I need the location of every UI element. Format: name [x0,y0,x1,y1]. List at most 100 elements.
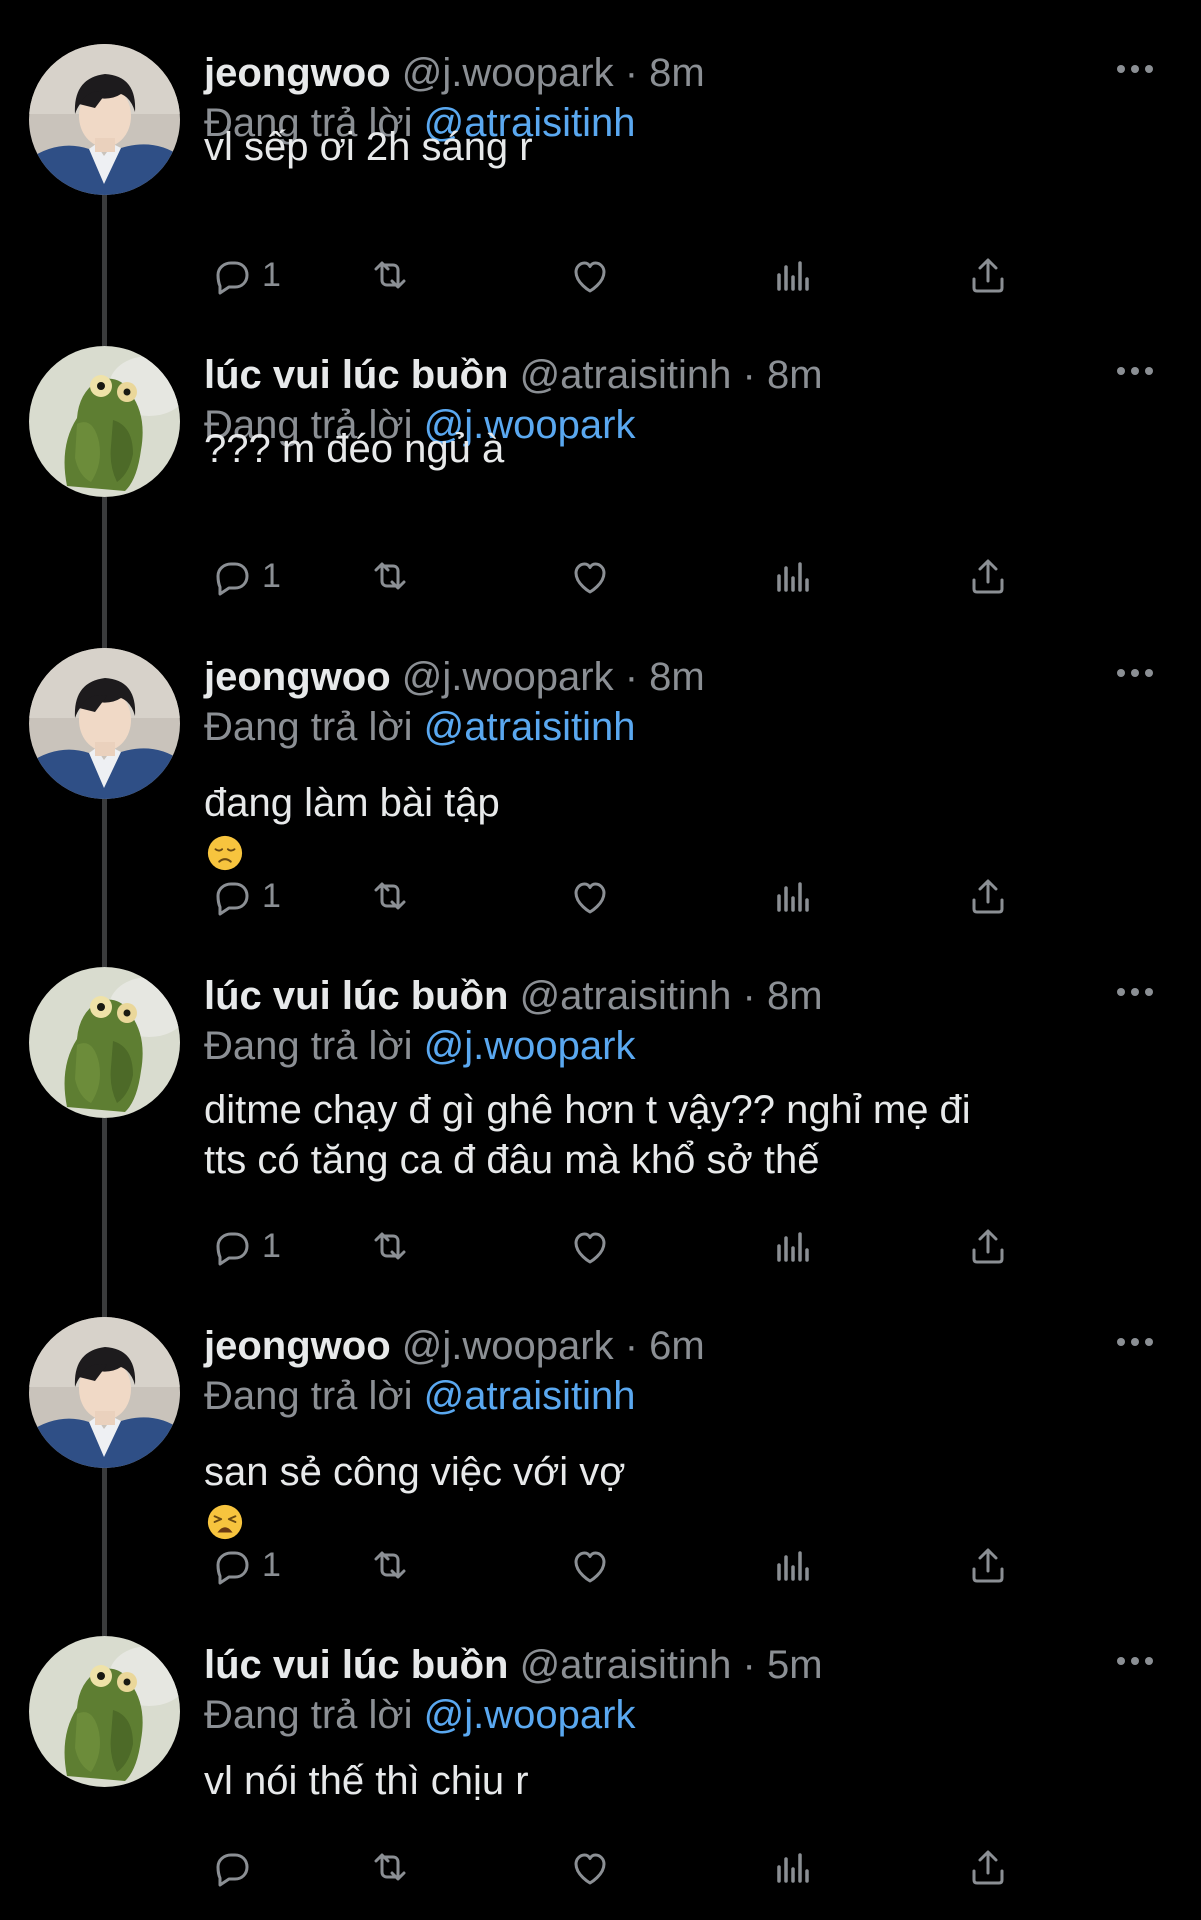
thread-connector-line [102,1468,107,1636]
replying-to-label: Đang trả lời [204,705,413,749]
timestamp[interactable]: 5m [767,1643,823,1687]
replying-to: Đang trả lời @j.woopark [204,1021,635,1071]
reply-mention-link[interactable]: @j.woopark [424,1693,636,1737]
tweet-text: ditme chạy đ gì ghê hơn t vậy?? nghỉ mẹ … [204,1085,971,1185]
share-icon [972,1548,1004,1583]
tweet-text: đang làm bài tập [204,778,500,878]
views-button[interactable] [766,1221,814,1271]
replying-to: Đang trả lời @j.woopark [204,1690,635,1740]
more-options-icon[interactable] [1113,54,1157,84]
timestamp[interactable]: 8m [649,51,705,95]
avatar[interactable] [29,346,180,497]
display-name[interactable]: jeongwoo [204,1324,391,1368]
thread-connector-line [102,1118,107,1317]
user-handle[interactable]: @j.woopark [402,1324,614,1368]
more-options-icon[interactable] [1113,356,1157,386]
reply-button[interactable]: 1 [204,871,281,921]
user-handle[interactable]: @atraisitinh [520,974,732,1018]
tweet-text: vl sếp ơi 2h sáng r [204,122,533,172]
like-button[interactable] [566,551,614,601]
retweet-button[interactable] [366,1842,414,1892]
share-icon [972,258,1004,293]
replying-to: Đang trả lời @atraisitinh [204,702,635,752]
reply-icon [216,1853,249,1887]
analytics-icon [777,882,809,912]
more-options-icon[interactable] [1113,1646,1157,1676]
replying-to: Đang trả lời @atraisitinh [204,1371,635,1421]
reply-button[interactable]: 1 [204,1540,281,1590]
display-name[interactable]: lúc vui lúc buồn [204,1643,508,1687]
retweet-button[interactable] [366,250,414,300]
timestamp[interactable]: 8m [649,655,705,699]
timestamp[interactable]: 6m [649,1324,705,1368]
tweet-text-body: vl nói thế thì chịu r [204,1759,529,1803]
timestamp[interactable]: 8m [767,353,823,397]
user-handle[interactable]: @atraisitinh [520,353,732,397]
reply-button[interactable]: 1 [204,250,281,300]
reply-count: 1 [262,556,281,595]
share-button[interactable] [964,871,1012,921]
views-button[interactable] [766,250,814,300]
share-button[interactable] [964,1540,1012,1590]
thread-connector-line [102,799,107,967]
heart-icon [574,1551,606,1583]
like-button[interactable] [566,1842,614,1892]
reply-button[interactable]: 1 [204,551,281,601]
tweet-header: jeongwoo @j.woopark · 8m [204,48,705,98]
more-options-icon[interactable] [1113,977,1157,1007]
more-options-icon[interactable] [1113,1327,1157,1357]
share-icon [972,1229,1004,1264]
retweet-button[interactable] [366,1540,414,1590]
share-button[interactable] [964,1842,1012,1892]
avatar[interactable] [29,44,180,195]
tweet-header: jeongwoo @j.woopark · 8m [204,652,705,702]
analytics-icon [777,261,809,291]
thread-connector-line [102,195,107,346]
separator-dot: · [624,655,639,699]
share-button[interactable] [964,551,1012,601]
like-button[interactable] [566,250,614,300]
heart-icon [574,882,606,914]
share-button[interactable] [964,250,1012,300]
tweet-actions [204,1842,1074,1892]
views-button[interactable] [766,551,814,601]
reply-mention-link[interactable]: @atraisitinh [424,1374,636,1418]
retweet-icon [374,562,406,590]
retweet-button[interactable] [366,871,414,921]
reply-button[interactable]: 1 [204,1221,281,1271]
reply-button[interactable] [204,1842,262,1892]
display-name[interactable]: jeongwoo [204,655,391,699]
display-name[interactable]: lúc vui lúc buồn [204,353,508,397]
more-options-icon[interactable] [1113,658,1157,688]
reply-icon [216,562,249,596]
weary-face-emoji [207,1504,243,1540]
tweet-text-body: vl sếp ơi 2h sáng r [204,125,533,169]
like-button[interactable] [566,1540,614,1590]
avatar[interactable] [29,1317,180,1468]
avatar[interactable] [29,648,180,799]
avatar[interactable] [29,967,180,1118]
like-button[interactable] [566,1221,614,1271]
user-handle[interactable]: @j.woopark [402,655,614,699]
separator-dot: · [624,1324,639,1368]
reply-icon [216,882,249,916]
reply-mention-link[interactable]: @j.woopark [424,1024,636,1068]
user-handle[interactable]: @j.woopark [402,51,614,95]
reply-mention-link[interactable]: @atraisitinh [424,705,636,749]
views-button[interactable] [766,1540,814,1590]
retweet-button[interactable] [366,1221,414,1271]
display-name[interactable]: lúc vui lúc buồn [204,974,508,1018]
replying-to-label: Đang trả lời [204,1693,413,1737]
timestamp[interactable]: 8m [767,974,823,1018]
like-button[interactable] [566,871,614,921]
user-handle[interactable]: @atraisitinh [520,1643,732,1687]
avatar[interactable] [29,1636,180,1787]
views-button[interactable] [766,871,814,921]
display-name[interactable]: jeongwoo [204,51,391,95]
retweet-button[interactable] [366,551,414,601]
tweet-text-body: ditme chạy đ gì ghê hơn t vậy?? nghỉ mẹ … [204,1088,971,1182]
views-button[interactable] [766,1842,814,1892]
tweet-actions: 1 [204,871,1074,921]
share-button[interactable] [964,1221,1012,1271]
tweet-header: lúc vui lúc buồn @atraisitinh · 8m [204,350,823,400]
